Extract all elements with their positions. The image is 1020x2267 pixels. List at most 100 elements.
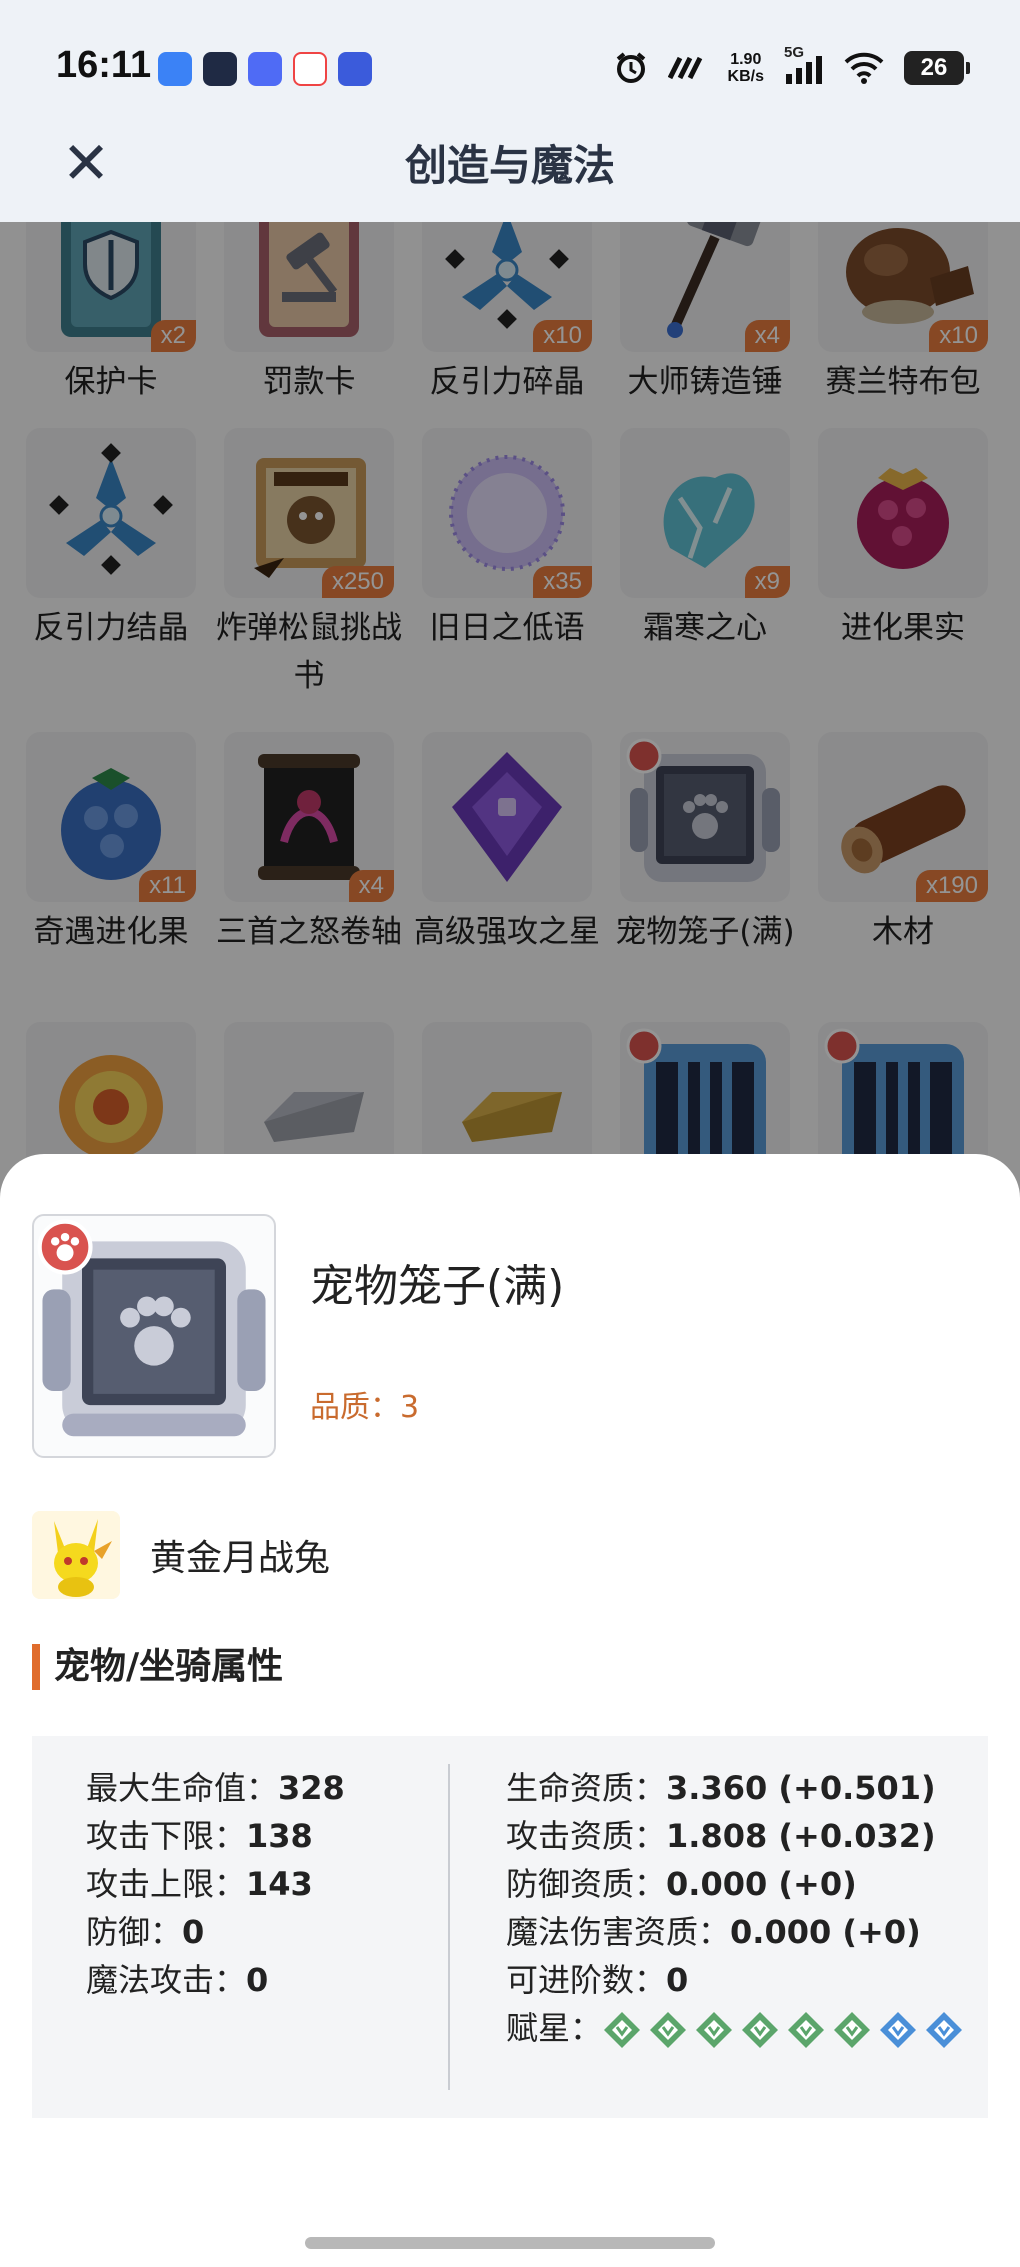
battery-indicator: 26 <box>904 51 970 85</box>
item-count-badge: x250 <box>321 566 394 598</box>
item-count-badge: x10 <box>533 320 592 352</box>
inventory-item[interactable]: x10 赛兰特布包 <box>808 222 998 406</box>
stat-label: 生命资质： <box>506 1769 667 1807</box>
item-thumbnail: x10 <box>818 222 988 352</box>
green-star-icon <box>786 2010 826 2050</box>
inventory-item[interactable]: 宠物笼子(满) <box>610 732 800 956</box>
page-title: 创造与魔法 <box>404 141 615 190</box>
item-detail-name: 宠物笼子(满) <box>310 1261 565 1312</box>
stat-value: 0.000 (+0) <box>666 1865 857 1903</box>
green-star-icon <box>602 2010 642 2050</box>
inventory-item[interactable]: 反引力结晶 <box>16 428 206 652</box>
item-thumbnail: x35 <box>422 428 592 598</box>
star-rating-row: 赋星： <box>506 2004 963 2058</box>
stats-right-column: 生命资质：3.360 (+0.501) 攻击资质：1.808 (+0.032) 防御… <box>506 1764 963 2058</box>
star-label: 赋星： <box>506 2009 603 2047</box>
stat-row: 魔法攻击：0 <box>86 1956 345 2004</box>
wifi-icon <box>844 52 884 84</box>
inventory-item[interactable]: x10 反引力碎晶 <box>412 222 602 406</box>
status-time: 16:11 <box>56 44 152 86</box>
notification-app-icon <box>203 52 237 86</box>
star-icons <box>602 2010 963 2058</box>
green-star-icon <box>694 2010 734 2050</box>
item-thumbnail: x9 <box>620 428 790 598</box>
item-name: 反引力碎晶 <box>429 364 585 400</box>
stat-label: 攻击资质： <box>506 1817 667 1855</box>
item-name: 木材 <box>872 914 934 950</box>
item-thumbnail <box>422 732 592 902</box>
stat-value: 3.360 (+0.501) <box>666 1769 936 1807</box>
stat-row: 攻击资质：1.808 (+0.032) <box>506 1812 936 1860</box>
inventory-item[interactable]: x9 霜寒之心 <box>610 428 800 652</box>
rabbit-icon <box>32 1511 120 1599</box>
stat-label: 魔法伤害资质： <box>506 1913 731 1951</box>
stat-label: 最大生命值： <box>86 1769 279 1807</box>
stat-row: 最大生命值：328 <box>86 1764 345 1812</box>
item-thumbnail: x4 <box>620 222 790 352</box>
item-name: 宠物笼子(满) <box>615 914 795 950</box>
stat-row: 攻击下限：138 <box>86 1812 345 1860</box>
item-name: 大师铸造锤 <box>627 364 783 400</box>
pet-avatar <box>32 1511 120 1599</box>
green-star-icon <box>832 2010 872 2050</box>
pet-info-row: 黄金月战兔 <box>32 1510 330 1600</box>
item-count-badge: x35 <box>533 566 592 598</box>
top-nav: ✕ 创造与魔法 <box>0 118 1020 222</box>
item-name: 奇遇进化果 <box>33 914 189 950</box>
inventory-item[interactable]: x190 木材 <box>808 732 998 956</box>
item-detail-sheet: 宠物笼子(满) 品质：3 黄金月战兔 宠物/坐骑属性 最大生命值：328 攻击下限… <box>0 1154 1020 2267</box>
stats-panel: 最大生命值：328 攻击下限：138 攻击上限：143 防御：0 魔法攻击：0 生命资质… <box>32 1736 988 2118</box>
item-count-badge: x10 <box>929 320 988 352</box>
item-name: 高级强攻之星 <box>414 914 600 950</box>
item-detail-image <box>32 1214 276 1458</box>
item-thumbnail <box>26 428 196 598</box>
inventory-item[interactable]: x11 奇遇进化果 <box>16 732 206 956</box>
item-name: 霜寒之心 <box>643 610 767 646</box>
stat-label: 魔法攻击： <box>86 1961 247 1999</box>
berry-icon <box>857 468 949 569</box>
item-thumbnail <box>818 428 988 598</box>
item-name: 炸弹松鼠挑战书 <box>216 610 402 694</box>
item-name: 进化果实 <box>841 610 965 646</box>
item-name: 赛兰特布包 <box>825 364 981 400</box>
inventory-item[interactable]: 进化果实 <box>808 428 998 652</box>
stat-label: 可进阶数： <box>506 1961 667 1999</box>
stats-divider <box>448 1764 450 2090</box>
inventory-item[interactable]: x2 保护卡 <box>16 222 206 406</box>
item-count-badge: x11 <box>139 870 196 902</box>
signal-icon: 5G <box>784 44 824 86</box>
stat-row: 生命资质：3.360 (+0.501) <box>506 1764 936 1812</box>
inventory-item[interactable]: 罚款卡 <box>214 222 404 406</box>
nfc-icon <box>667 56 702 80</box>
item-count-badge: x4 <box>744 320 790 352</box>
pet-name: 黄金月战兔 <box>150 1538 331 1579</box>
item-thumbnail: x4 <box>224 732 394 902</box>
item-count-badge: x4 <box>348 870 394 902</box>
inventory-item[interactable]: x250 炸弹松鼠挑战书 <box>214 428 404 700</box>
stat-row: 魔法伤害资质：0.000 (+0) <box>506 1908 936 1956</box>
stat-value: 1.808 (+0.032) <box>666 1817 936 1855</box>
item-thumbnail <box>620 732 790 902</box>
stat-value: 0 <box>182 1913 205 1951</box>
notification-app-icon <box>248 52 282 86</box>
pet-cage-icon <box>37 1219 266 1437</box>
stat-label: 攻击上限： <box>86 1865 247 1903</box>
home-indicator[interactable] <box>305 2237 715 2249</box>
item-thumbnail: x2 <box>26 222 196 352</box>
inventory-item[interactable]: 高级强攻之星 <box>412 732 602 956</box>
stat-row: 防御：0 <box>86 1908 345 1956</box>
gavel-card-icon <box>259 222 359 337</box>
item-thumbnail: x10 <box>422 222 592 352</box>
section-title: 宠物/坐骑属性 <box>32 1644 283 1690</box>
notification-app-icon <box>293 52 327 86</box>
inventory-item[interactable]: x4 大师铸造锤 <box>610 222 800 406</box>
item-grid: x2 保护卡 罚款卡 x10 反引力碎晶 x4 大师铸造锤 x10 赛兰特布包 反引力结晶 x250… <box>0 222 1020 1222</box>
item-thumbnail: x190 <box>818 732 988 902</box>
item-count-badge: x9 <box>744 566 790 598</box>
item-count-badge: x2 <box>150 320 196 352</box>
stats-left-column: 最大生命值：328 攻击下限：138 攻击上限：143 防御：0 魔法攻击：0 <box>86 1764 345 2004</box>
crystal-icon <box>49 443 173 575</box>
inventory-item[interactable]: x4 三首之怒卷轴 <box>214 732 404 956</box>
stat-label: 攻击下限： <box>86 1817 247 1855</box>
inventory-item[interactable]: x35 旧日之低语 <box>412 428 602 652</box>
